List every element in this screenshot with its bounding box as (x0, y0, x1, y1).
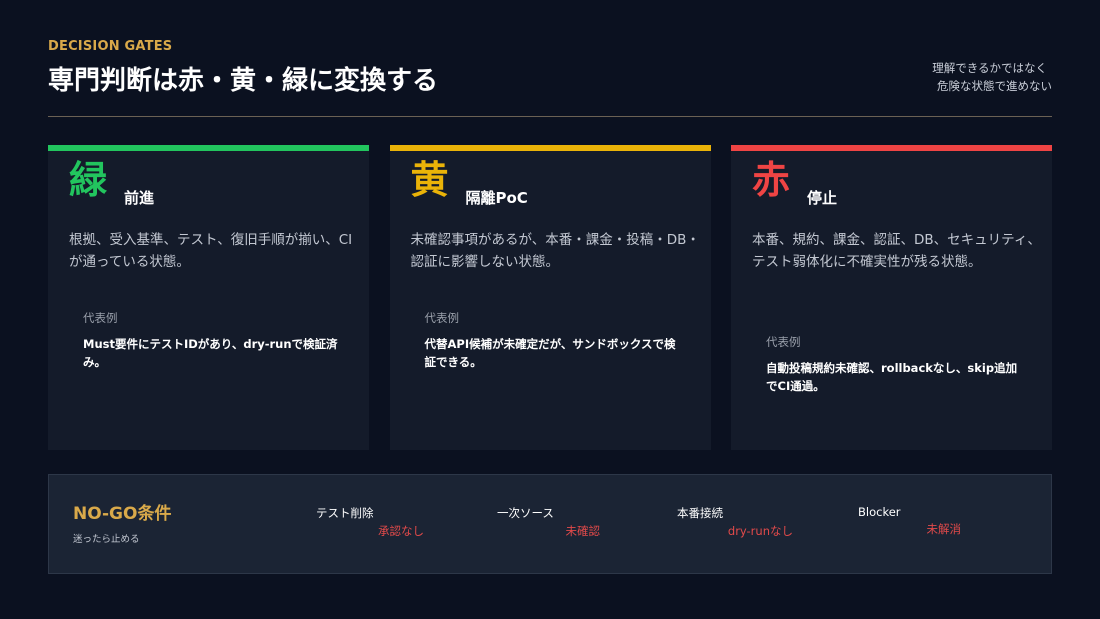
example-text: 代替API候補が未確定だが、サンドボックスで検証できる。 (424, 337, 676, 369)
card-description: 本番、規約、課金、認証、DB、セキュリティ、テスト弱体化に不確実性が残る状態。 (752, 232, 1041, 270)
card-tag: 前進 (124, 189, 155, 207)
card-big-label: 赤 (752, 158, 791, 202)
card-color-bar (731, 145, 1052, 151)
card-tag: 停止 (807, 189, 838, 207)
gate-card-green: 緑 前進 根拠、受入基準、テスト、復旧手順が揃い、CIが通っている状態。 代表例… (48, 145, 369, 450)
gate-card-red: 赤 停止 本番、規約、課金、認証、DB、セキュリティ、テスト弱体化に不確実性が残… (731, 145, 1052, 450)
subtitle-line-2: 危険な状態で進めない (937, 79, 1052, 93)
card-big-label: 緑 (69, 158, 108, 202)
nogo-item: 一次ソース 未確認 (497, 505, 600, 539)
nogo-item-label: Blocker (858, 505, 901, 519)
card-big-label: 黄 (410, 158, 449, 202)
nogo-item-value: dry-runなし (727, 524, 793, 538)
nogo-title: NO-GO条件 (73, 504, 172, 524)
example-label: 代表例 (83, 311, 118, 325)
page-subtitle: 理解できるかではなく 危険な状態で進めない (932, 59, 1052, 95)
example-label: 代表例 (424, 311, 460, 325)
gate-card-yellow: 黄 隔離PoC 未確認事項があるが、本番・課金・投稿・DB・認証に影響しない状態… (389, 145, 711, 450)
nogo-item-label: 一次ソース (497, 506, 554, 520)
nogo-item-label: 本番接続 (677, 506, 723, 520)
nogo-item-value: 未解消 (926, 522, 962, 536)
nogo-item-label: テスト削除 (316, 506, 374, 520)
card-color-bar (389, 145, 711, 151)
subtitle-line-1: 理解できるかではなく (932, 61, 1047, 75)
example-text: 自動投稿規約未確認、rollbackなし、skip追加でCI通過。 (766, 361, 1018, 393)
nogo-panel: NO-GO条件 迷ったら止める テスト削除 承認なし 一次ソース 未確認 本番接… (48, 474, 1052, 574)
nogo-subtitle: 迷ったら止める (73, 534, 140, 545)
nogo-item-value: 未確認 (565, 524, 601, 538)
card-color-bar (48, 145, 369, 151)
card-description: 根拠、受入基準、テスト、復旧手順が揃い、CIが通っている状態。 (69, 232, 353, 270)
card-tag: 隔離PoC (465, 189, 528, 207)
page-title: 専門判断は赤・黄・緑に変換する (48, 66, 439, 96)
card-description: 未確認事項があるが、本番・課金・投稿・DB・認証に影響しない状態。 (410, 232, 700, 270)
nogo-item: テスト削除 承認なし (316, 505, 424, 539)
nogo-item: Blocker 未解消 (858, 505, 961, 537)
example-text: Must要件にテストIDがあり、dry-runで検証済み。 (83, 337, 338, 369)
example-label: 代表例 (766, 335, 801, 349)
nogo-item-value: 承認なし (378, 524, 424, 538)
header-divider (48, 116, 1052, 117)
nogo-item: 本番接続 dry-runなし (677, 505, 793, 539)
eyebrow-label: DECISION GATES (48, 39, 173, 54)
